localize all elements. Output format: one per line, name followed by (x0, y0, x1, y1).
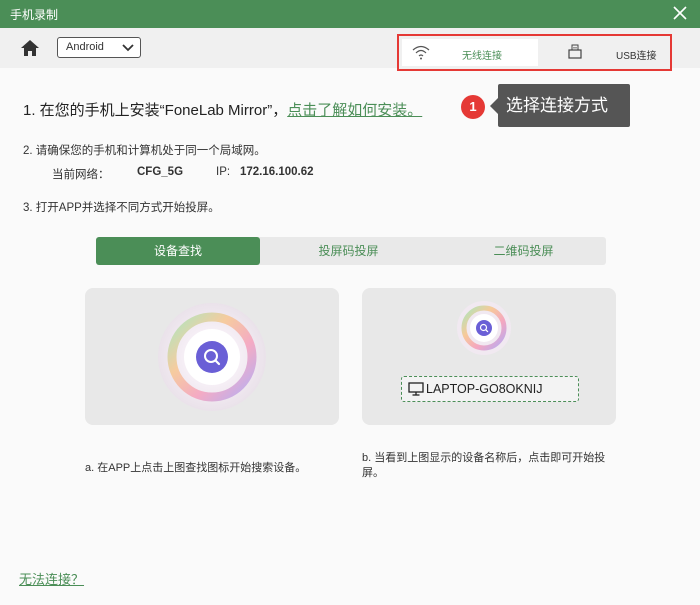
device-found-card: LAPTOP-GO8OKNIJ (362, 288, 616, 425)
ip-label: IP: (216, 166, 231, 178)
step1-instruction: 1. 在您的手机上安装“FoneLab Mirror”，点击了解如何安装。 (23, 99, 422, 120)
callout-number-badge: 1 (461, 95, 485, 119)
tab-wireless-label: 无线连接 (462, 51, 502, 62)
home-icon[interactable] (20, 38, 40, 58)
description-a: a. 在APP上点击上图查找图标开始搜索设备。 (85, 462, 307, 474)
ip-address: 172.16.100.62 (240, 166, 314, 178)
tab-cast-code[interactable]: 投屏码投屏 (266, 237, 431, 265)
tab-wireless[interactable]: 无线连接 (402, 39, 538, 66)
tab-qr-code[interactable]: 二维码投屏 (441, 237, 606, 265)
install-help-link[interactable]: 点击了解如何安装。 (287, 102, 422, 119)
connection-mode-tabs: 无线连接 USB连接 (397, 34, 672, 71)
window-title: 手机录制 (10, 8, 59, 22)
description-b: b. 当看到上图显示的设备名称后，点击即可开始投屏。 (362, 452, 606, 479)
network-label: 当前网络： (52, 169, 110, 181)
monitor-icon (408, 382, 424, 396)
network-ssid: CFG_5G (137, 166, 184, 178)
step3-instruction: 3. 打开APP并选择不同方式开始投屏。 (23, 202, 220, 214)
callout-tooltip: 选择连接方式 (490, 84, 630, 127)
step2-instruction: 2. 请确保您的手机和计算机处于同一个局域网。 (23, 145, 266, 157)
usb-icon (568, 44, 582, 59)
title-bar: 手机录制 (0, 0, 700, 28)
chevron-down-icon (122, 44, 134, 52)
device-name: LAPTOP-GO8OKNIJ (426, 382, 543, 396)
wifi-icon (412, 45, 430, 60)
tab-usb[interactable]: USB连接 (540, 39, 668, 66)
cast-mode-tabs: 设备查找 投屏码投屏 二维码投屏 (96, 237, 606, 265)
tab-device-search[interactable]: 设备查找 (96, 237, 260, 265)
search-illustration-card (85, 288, 339, 425)
os-select-value: Android (66, 41, 104, 53)
search-ring-small-icon (457, 301, 511, 355)
cant-connect-link[interactable]: 无法连接？ (19, 569, 84, 588)
found-device-item[interactable]: LAPTOP-GO8OKNIJ (401, 376, 579, 402)
tab-usb-label: USB连接 (616, 51, 657, 62)
search-ring-icon[interactable] (157, 302, 267, 412)
os-select[interactable]: Android (57, 37, 141, 58)
step1-text: 1. 在您的手机上安装“FoneLab Mirror”， (23, 102, 288, 119)
close-icon[interactable] (670, 3, 690, 23)
